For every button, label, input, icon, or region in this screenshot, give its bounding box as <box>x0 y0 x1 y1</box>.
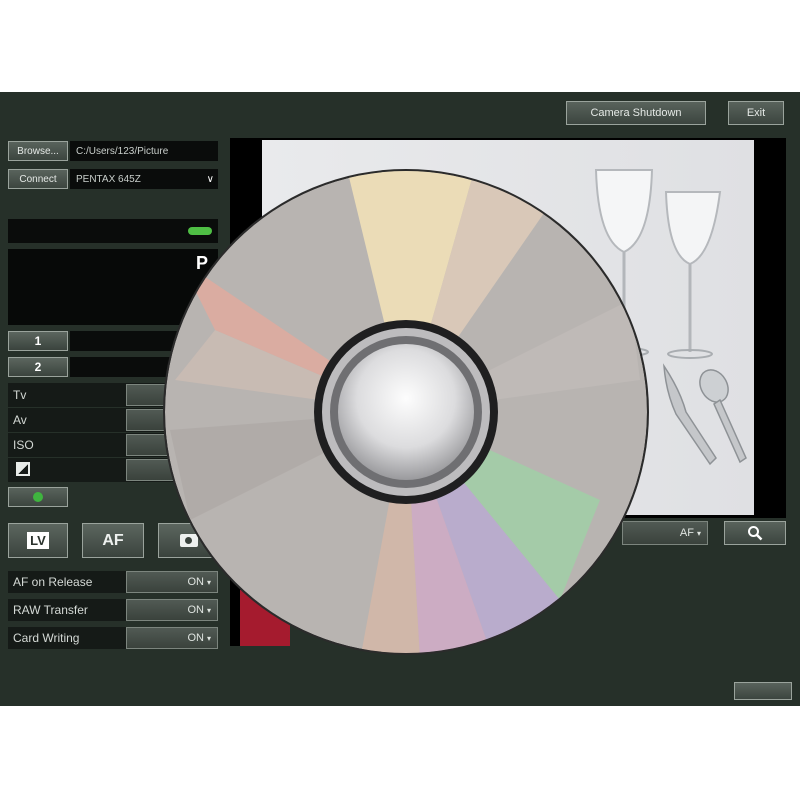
cd-disc-overlay <box>163 169 649 655</box>
disc-center-hole <box>338 344 474 480</box>
